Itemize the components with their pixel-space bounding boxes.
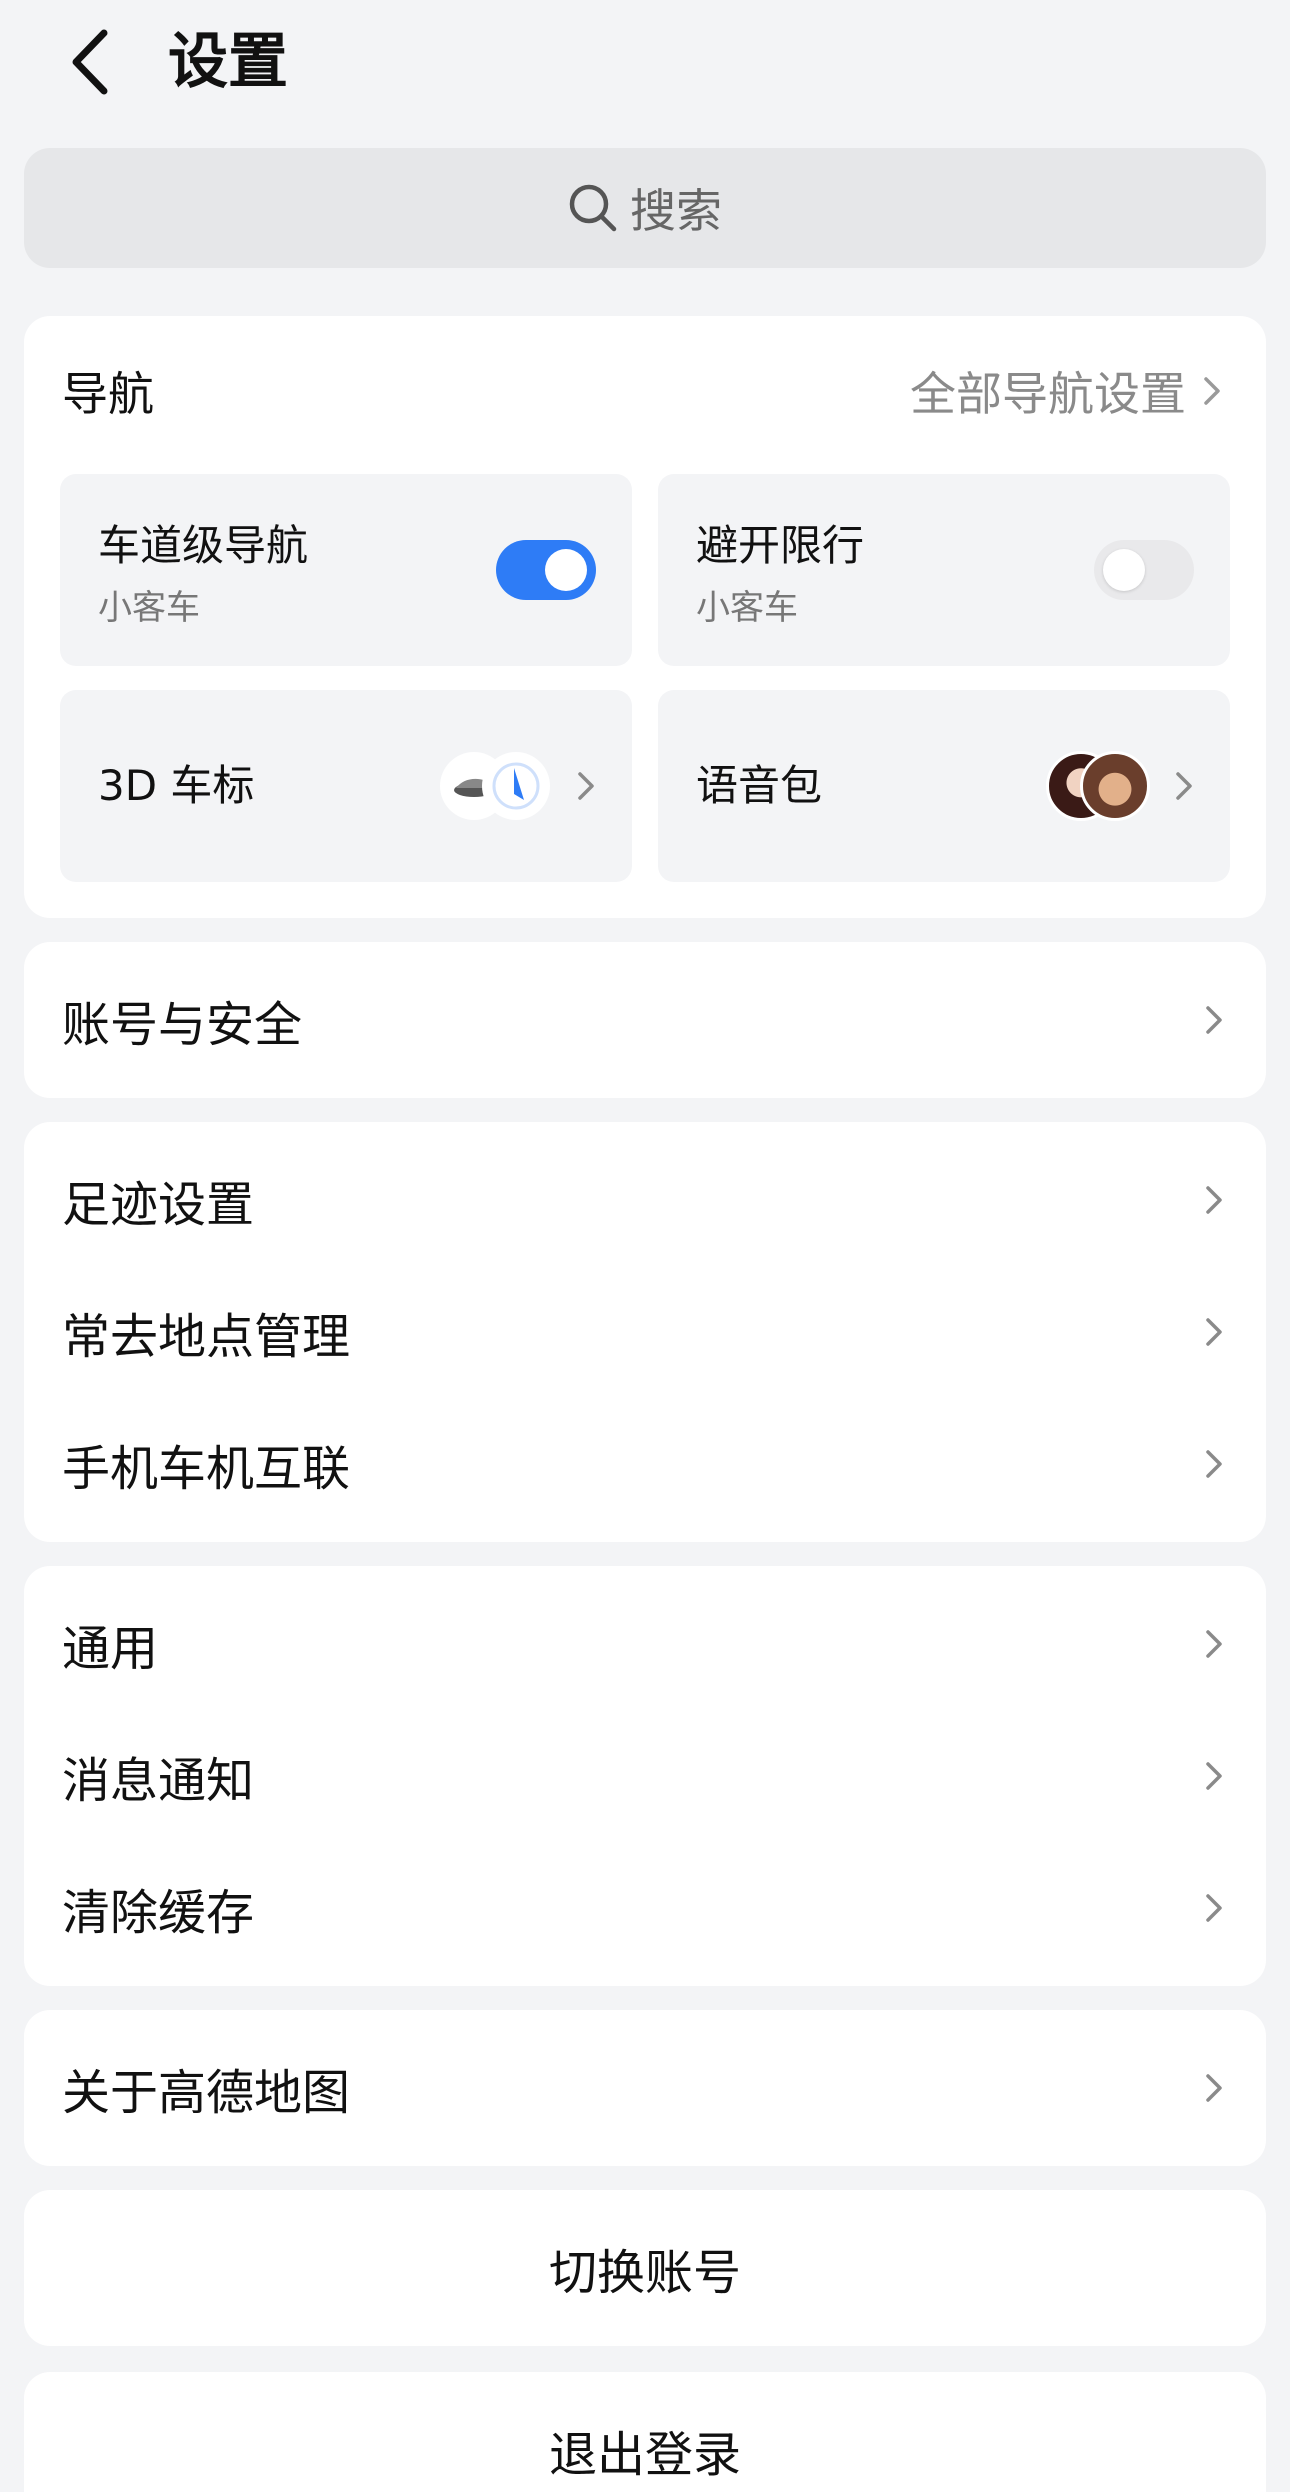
page-title: 设置 — [168, 27, 288, 97]
clear-cache-row[interactable]: 清除缓存 — [62, 1853, 1228, 1963]
about-label: 关于高德地图 — [62, 2065, 351, 2121]
lane-navigation-toggle[interactable] — [496, 540, 596, 600]
avoid-restriction-subtitle: 小客车 — [696, 588, 798, 628]
navigation-title: 导航 — [62, 367, 154, 421]
chevron-right-icon — [1206, 1630, 1222, 1658]
avoid-restriction-title: 避开限行 — [696, 521, 865, 570]
account-security-label: 账号与安全 — [62, 997, 303, 1053]
frequent-places-label: 常去地点管理 — [62, 1309, 351, 1365]
settings-group-3: 通用 消息通知 清除缓存 — [24, 1566, 1266, 1986]
switch-account-button[interactable]: 切换账号 — [24, 2190, 1266, 2346]
frequent-places-row[interactable]: 常去地点管理 — [62, 1277, 1228, 1387]
chevron-right-icon — [570, 766, 600, 806]
lane-navigation-title: 车道级导航 — [98, 521, 309, 570]
account-security-row[interactable]: 账号与安全 — [62, 965, 1228, 1075]
voice-pack-title: 语音包 — [696, 761, 823, 810]
car-icon-preview — [438, 750, 552, 822]
avoid-restriction-tile[interactable]: 避开限行 小客车 — [658, 474, 1230, 666]
settings-group-2: 足迹设置 常去地点管理 手机车机互联 — [24, 1122, 1266, 1542]
chevron-right-icon — [1206, 1894, 1222, 1922]
footprint-settings-label: 足迹设置 — [62, 1177, 255, 1233]
general-row[interactable]: 通用 — [62, 1589, 1228, 1699]
about-row[interactable]: 关于高德地图 — [62, 2033, 1228, 2143]
chevron-right-icon — [1206, 1450, 1222, 1478]
clear-cache-label: 清除缓存 — [62, 1885, 255, 1941]
chevron-right-icon — [1206, 2074, 1222, 2102]
phone-car-link-row[interactable]: 手机车机互联 — [62, 1409, 1228, 1519]
car-icon-3d-tile[interactable]: 3D 车标 — [60, 690, 632, 882]
switch-account-label: 切换账号 — [548, 2245, 741, 2301]
avoid-restriction-toggle[interactable] — [1094, 540, 1194, 600]
voice-pack-avatars — [1046, 751, 1150, 821]
header-bar: 设置 — [0, 0, 1290, 130]
voice-pack-tile[interactable]: 语音包 — [658, 690, 1230, 882]
chevron-right-icon — [1206, 1318, 1222, 1346]
navigation-arrow-icon — [482, 752, 550, 820]
voice-avatar — [1080, 751, 1150, 821]
navigation-card: 导航 全部导航设置 车道级导航 小客车 避开限行 小客车 3D 车标 语音包 — [24, 316, 1266, 918]
logout-button[interactable]: 退出登录 — [24, 2372, 1266, 2492]
notifications-row[interactable]: 消息通知 — [62, 1721, 1228, 1831]
car-icon-3d-title: 3D 车标 — [98, 761, 255, 810]
phone-car-link-label: 手机车机互联 — [62, 1441, 351, 1497]
back-button[interactable] — [60, 22, 120, 102]
notifications-label: 消息通知 — [62, 1753, 255, 1809]
lane-navigation-tile[interactable]: 车道级导航 小客车 — [60, 474, 632, 666]
search-bar[interactable]: 搜索 — [24, 148, 1266, 268]
chevron-left-icon — [72, 29, 108, 95]
search-placeholder: 搜索 — [630, 184, 722, 238]
all-navigation-settings-link[interactable]: 全部导航设置 — [910, 358, 1228, 424]
footprint-settings-row[interactable]: 足迹设置 — [62, 1145, 1228, 1255]
lane-navigation-subtitle: 小客车 — [98, 588, 200, 628]
about-card: 关于高德地图 — [24, 2010, 1266, 2166]
chevron-right-icon — [1206, 1762, 1222, 1790]
search-icon — [569, 184, 617, 232]
chevron-right-icon — [1206, 1186, 1222, 1214]
logout-label: 退出登录 — [548, 2427, 741, 2483]
all-navigation-settings-label: 全部导航设置 — [910, 367, 1186, 421]
chevron-right-icon — [1168, 766, 1198, 806]
account-security-card: 账号与安全 — [24, 942, 1266, 1098]
chevron-right-icon — [1206, 1006, 1222, 1034]
chevron-right-icon — [1204, 377, 1220, 405]
general-label: 通用 — [62, 1621, 159, 1677]
